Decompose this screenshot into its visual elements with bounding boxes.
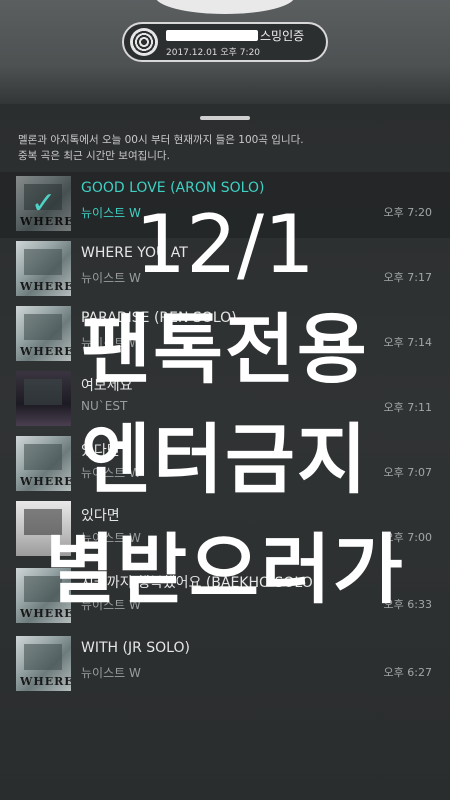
drag-handle[interactable] bbox=[200, 116, 250, 120]
overlay-text-date: 12/1 bbox=[135, 198, 315, 291]
song-title: WITH (JR SOLO) bbox=[81, 640, 190, 656]
song-row[interactable]: WHERE WITH (JR SOLO) 뉴이스트 W 오후 6:27 bbox=[0, 632, 450, 698]
redacted-username bbox=[166, 30, 258, 41]
notice-line-2: 중복 곡은 최근 시간만 보여집니다. bbox=[18, 150, 170, 162]
overlay-text-line2: 팬톡전용 bbox=[81, 305, 369, 394]
badge-title: 스밍인증 bbox=[260, 29, 305, 43]
song-title: GOOD LOVE (ARON SOLO) bbox=[81, 180, 265, 196]
play-time: 오후 6:27 bbox=[383, 666, 432, 679]
album-art: WHERE bbox=[16, 636, 71, 691]
streaming-cert-badge: 스밍인증 2017.12.01 오후 7:20 bbox=[122, 22, 328, 62]
history-notice: 멜론과 아지톡에서 오늘 00시 부터 현재까지 들은 100곡 입니다. 중복… bbox=[18, 132, 304, 164]
song-artist: 뉴이스트 W bbox=[81, 666, 141, 680]
vinyl-disc-icon bbox=[130, 28, 158, 56]
overlay-text-line3: 엔터금지 bbox=[81, 415, 369, 504]
notice-line-1: 멜론과 아지톡에서 오늘 00시 부터 현재까지 들은 100곡 입니다. bbox=[18, 134, 304, 146]
badge-timestamp: 2017.12.01 오후 7:20 bbox=[166, 48, 261, 58]
overlay-text-line4: 별받으러가 bbox=[45, 525, 405, 614]
